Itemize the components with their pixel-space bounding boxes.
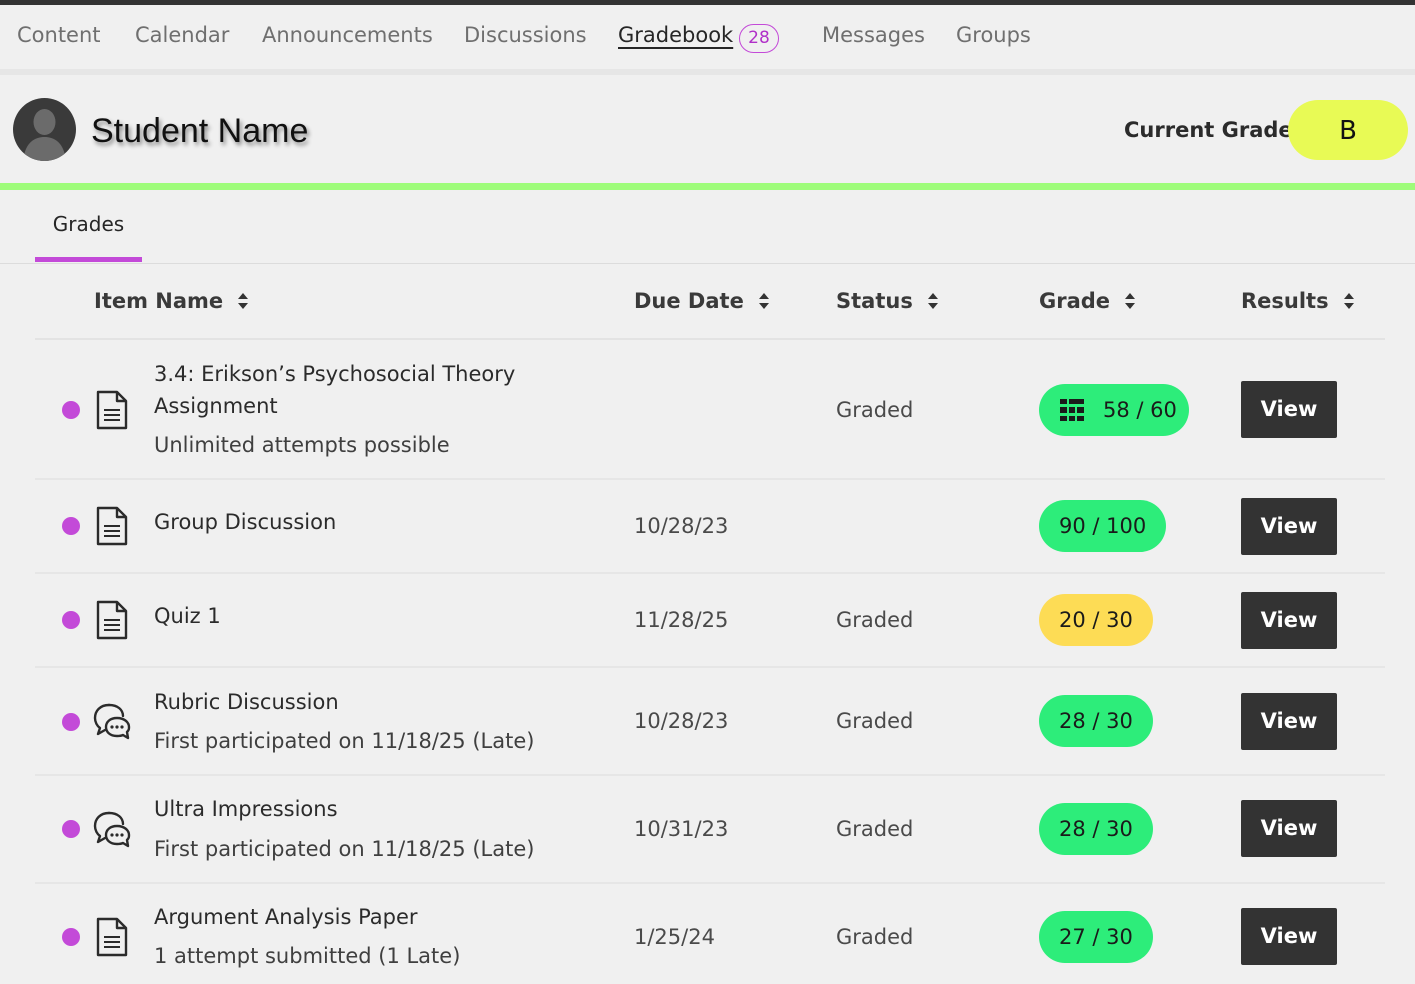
tab-grades[interactable]: Grades (35, 212, 142, 236)
nav-announcements[interactable]: Announcements (262, 23, 433, 47)
table-row: 3.4: Erikson’s Psychosocial Theory Assig… (35, 340, 1385, 480)
due-date: 10/28/23 (634, 514, 729, 538)
document-icon (96, 917, 128, 957)
user-silhouette-icon (23, 109, 66, 161)
grade-value: 58 / 60 (1103, 398, 1177, 422)
current-grade-label: Current Grade (1124, 118, 1293, 142)
item-title-line[interactable]: Rubric Discussion (154, 686, 339, 718)
course-nav: Content Calendar Announcements Discussio… (0, 5, 1415, 69)
tabs-divider (0, 263, 1415, 264)
sort-icon (238, 293, 249, 309)
status: Graded (836, 398, 914, 422)
grade-pill[interactable]: 28 / 30 (1039, 695, 1153, 747)
table-row: Argument Analysis Paper 1 attempt submit… (35, 884, 1385, 984)
table-row: Ultra Impressions First participated on … (35, 776, 1385, 884)
grade-pill[interactable]: 90 / 100 (1039, 500, 1167, 552)
grade-value: 90 / 100 (1059, 514, 1147, 538)
grade-value: 28 / 30 (1059, 709, 1133, 733)
current-grade-badge: B (1288, 100, 1408, 160)
due-date: 11/28/25 (634, 608, 729, 632)
item-title-line[interactable]: 3.4: Erikson’s Psychosocial Theory (154, 358, 515, 390)
column-header-label: Status (836, 289, 913, 313)
status: Graded (836, 925, 914, 949)
document-icon (96, 600, 128, 640)
sort-icon (1343, 293, 1354, 309)
unread-dot (62, 928, 80, 946)
table-row: Group Discussion 10/28/23 90 / 100 View (35, 480, 1385, 574)
column-header-due-date[interactable]: Due Date (634, 289, 770, 313)
gradebook-count-badge: 28 (739, 24, 779, 53)
nav-gradebook[interactable]: Gradebook (618, 23, 733, 47)
grade-pill[interactable]: 20 / 30 (1039, 594, 1153, 646)
sort-icon (927, 293, 938, 309)
table-row: Rubric Discussion First participated on … (35, 668, 1385, 776)
nav-calendar[interactable]: Calendar (135, 23, 229, 47)
view-results-button[interactable]: View (1241, 800, 1337, 857)
due-date: 10/28/23 (634, 709, 729, 733)
rubric-icon (1060, 399, 1084, 421)
item-title-line[interactable]: Group Discussion (154, 506, 336, 538)
view-results-button[interactable]: View (1241, 693, 1337, 750)
unread-dot (62, 611, 80, 629)
grade-value: 20 / 30 (1059, 608, 1133, 632)
status: Graded (836, 608, 914, 632)
view-results-button[interactable]: View (1241, 381, 1337, 438)
unread-dot (62, 517, 80, 535)
student-name: Student Name (91, 112, 309, 150)
grade-pill[interactable]: 28 / 30 (1039, 803, 1153, 855)
nav-divider (0, 69, 1415, 75)
column-header-label: Due Date (634, 289, 744, 313)
tab-active-indicator (35, 257, 142, 262)
item-subtitle: First participated on 11/18/25 (Late) (154, 837, 535, 861)
view-results-button[interactable]: View (1241, 592, 1337, 649)
nav-discussions[interactable]: Discussions (464, 23, 587, 47)
grade-color-divider (0, 183, 1415, 190)
item-subtitle: Unlimited attempts possible (154, 433, 450, 457)
column-header-status[interactable]: Status (836, 289, 939, 313)
item-title-line[interactable]: Argument Analysis Paper (154, 901, 418, 933)
column-header-label: Grade (1039, 289, 1111, 313)
view-results-button[interactable]: View (1241, 498, 1337, 555)
item-title-line[interactable]: Quiz 1 (154, 600, 221, 632)
table-row: Quiz 1 11/28/25 Graded 20 / 30 View (35, 574, 1385, 668)
grade-pill[interactable]: 58 / 60 (1039, 384, 1189, 436)
column-header-item-name[interactable]: Item Name (94, 289, 249, 313)
document-icon (96, 506, 128, 546)
avatar (13, 98, 76, 161)
unread-dot (62, 713, 80, 731)
status: Graded (836, 709, 914, 733)
status: Graded (836, 817, 914, 841)
grade-value: 28 / 30 (1059, 817, 1133, 841)
nav-groups[interactable]: Groups (956, 23, 1031, 47)
column-header-label: Results (1241, 289, 1329, 313)
item-title-line[interactable]: Ultra Impressions (154, 793, 338, 825)
nav-content[interactable]: Content (17, 23, 101, 47)
column-header-label: Item Name (94, 289, 224, 313)
item-subtitle: 1 attempt submitted (1 Late) (154, 944, 461, 968)
sort-icon (1125, 293, 1136, 309)
nav-messages[interactable]: Messages (822, 23, 925, 47)
sort-icon (758, 293, 769, 309)
column-header-results[interactable]: Results (1241, 289, 1355, 313)
item-subtitle: First participated on 11/18/25 (Late) (154, 729, 535, 753)
discussion-icon (93, 811, 131, 848)
due-date: 10/31/23 (634, 817, 729, 841)
view-results-button[interactable]: View (1241, 908, 1337, 965)
item-title-line[interactable]: Assignment (154, 390, 278, 422)
discussion-icon (93, 703, 131, 740)
unread-dot (62, 401, 80, 419)
unread-dot (62, 820, 80, 838)
document-icon (96, 390, 128, 430)
due-date: 1/25/24 (634, 925, 715, 949)
column-header-grade[interactable]: Grade (1039, 289, 1136, 313)
grade-value: 27 / 30 (1059, 925, 1133, 949)
grade-pill[interactable]: 27 / 30 (1039, 911, 1153, 963)
